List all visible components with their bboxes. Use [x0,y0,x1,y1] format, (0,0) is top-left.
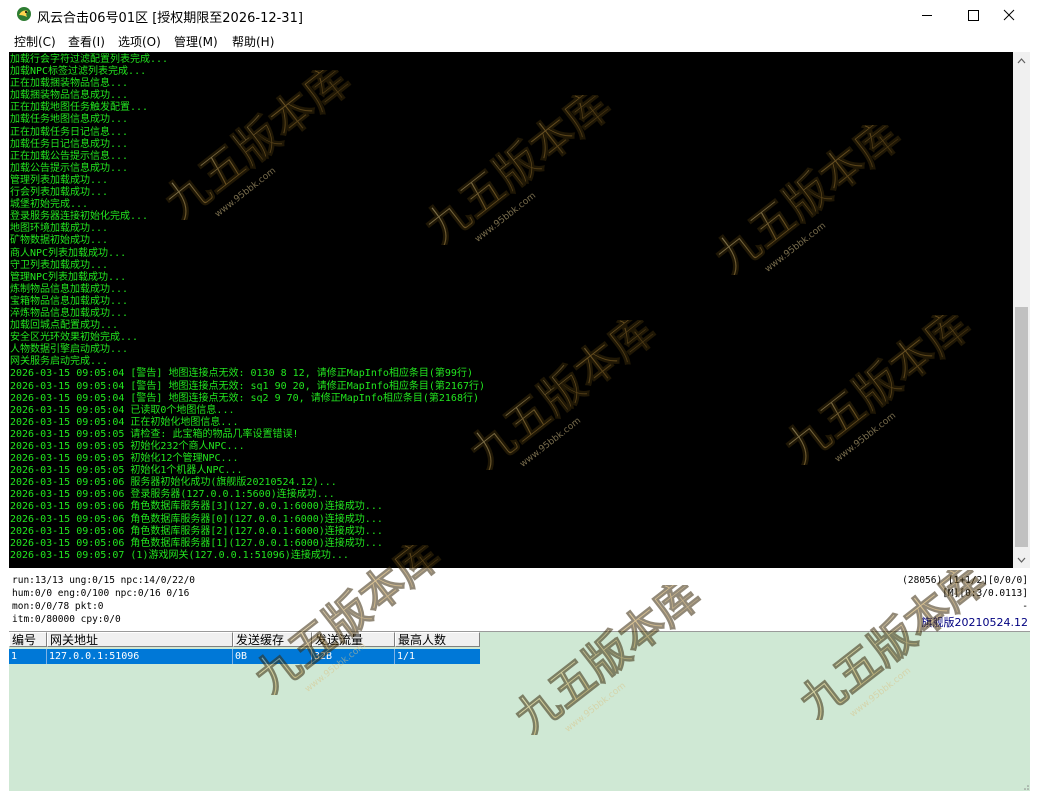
console-line: 2026-03-15 09:05:04 [警告] 地图连接点无效: sq2 9 … [10,392,479,404]
chevron-up-icon [1017,57,1026,63]
cell-gateway-address: 127.0.0.1:51096 [47,649,233,664]
console-line: 正在加载公告提示信息... [10,150,129,162]
console-line: 加载行会字符过滤配置列表完成... [10,54,169,65]
console-line: 守卫列表加载成功... [10,259,109,271]
status-threads: (28056) [1+1/2][0/0/0] [902,575,1028,586]
minimize-button[interactable] [904,0,950,30]
scroll-thumb[interactable] [1015,307,1028,547]
console-line: 加载捆装物品信息成功... [10,90,129,102]
console-line: 安全区光环效果初始完成... [10,332,139,344]
console-line: 正在加载任务日记信息... [10,126,129,138]
console-line: 2026-03-15 09:05:07 (1)游戏网关(127.0.0.1:51… [10,549,349,561]
console-line: 2026-03-15 09:05:05 初始化232个商人NPC... [10,441,245,452]
console-line: 矿物数据初始成功... [10,235,109,247]
title-bar[interactable]: 风云合击06号01区 [授权期限至2026-12-31] [0,0,1040,30]
console-line: 2026-03-15 09:05:04 正在初始化地图信息... [10,416,239,428]
chevron-down-icon [1017,557,1026,563]
console-line: 商人NPC列表加载成功... [10,247,127,259]
menu-manage[interactable]: 管理(M) [172,32,220,51]
console-line: 2026-03-15 09:05:06 服务器初始化成功(旗舰版20210524… [10,477,337,489]
menu-view[interactable]: 查看(I) [66,32,107,51]
cell-id: 1 [9,649,47,664]
close-icon [1003,9,1015,21]
cell-send-traffic: 32B [312,649,395,664]
console-line: 加载公告提示信息成功... [10,162,129,174]
console-line: 管理NPC列表加载成功... [10,271,127,283]
console-line: 网关服务启动完成... [10,356,109,368]
console-line: 登录服务器连接初始化完成... [10,211,149,223]
status-hum: hum:0/0 eng:0/100 npc:0/16 0/16 [12,588,190,599]
status-run: run:13/13 ung:0/15 npc:14/0/22/0 [12,575,196,586]
console-line: 行会列表加载成功... [10,187,109,199]
console-line: 地图环境加载成功... [10,223,109,235]
console-line: 管理列表加载成功... [10,174,109,186]
console-line: 2026-03-15 09:05:05 请检查: 此宝箱的物品几率设置错误! [10,428,299,440]
maximize-icon [968,10,979,21]
menu-bar: 控制(C) 查看(I) 选项(O) 管理(M) 帮助(H) [0,30,1040,51]
maximize-button[interactable] [950,0,996,30]
menu-help[interactable]: 帮助(H) [230,32,276,51]
console-line: 2026-03-15 09:05:04 [警告] 地图连接点无效: sq1 90… [10,380,486,392]
console-line: 2026-03-15 09:05:05 初始化1个机器人NPC... [10,465,243,477]
menu-options[interactable]: 选项(O) [116,32,163,51]
scroll-down-button[interactable] [1013,551,1030,568]
console-log[interactable]: 加载行会字符过滤配置列表完成... 加载NPC标签过滤列表完成... 正在加载捆装物… [9,52,1013,568]
console-line: 加载NPC标签过滤列表完成... [10,66,147,78]
column-header-send-traffic[interactable]: 发送流量 [312,632,395,647]
resize-grip-icon[interactable] [1020,783,1030,791]
console-line: 加载任务地图信息成功... [10,114,129,126]
window-title: 风云合击06号01区 [授权期限至2026-12-31] [37,11,303,26]
console-line: 2026-03-15 09:05:06 角色数据库服务器[0](127.0.0.… [10,513,383,525]
column-header-max-users[interactable]: 最高人数 [395,632,480,647]
table-row[interactable]: 1 127.0.0.1:51096 0B 32B 1/1 [9,649,480,664]
menu-control[interactable]: 控制(C) [12,32,58,51]
console-lines: 加载行会字符过滤配置列表完成... 加载NPC标签过滤列表完成... 正在加载捆装物… [10,54,485,562]
table-header: 编号 网关地址 发送缓存 发送流量 最高人数 [9,632,480,648]
status-itm: itm:0/80000 cpy:0/0 [12,614,121,625]
column-header-id[interactable]: 编号 [9,632,47,647]
console-line: 2026-03-15 09:05:04 [警告] 地图连接点无效: 0130 8… [10,368,473,380]
console-line: 炼制物品信息加载成功... [10,283,129,295]
console-line: 正在加载捆装物品信息... [10,78,129,90]
scroll-up-button[interactable] [1013,52,1030,69]
console-line: 加载回城点配置成功... [10,320,119,332]
minimize-icon [922,15,932,16]
status-panel: run:13/13 ung:0/15 npc:14/0/22/0 hum:0/0… [9,570,1030,630]
console-line: 加载任务日记信息成功... [10,138,129,150]
console-line: 正在加载地图任务触发配置... [10,102,149,114]
version-label: 旗舰版20210524.12 [921,616,1028,629]
column-header-gateway-address[interactable]: 网关地址 [47,632,233,647]
column-header-send-buffer[interactable]: 发送缓存 [233,632,312,647]
console-line: 淬炼物品信息加载成功... [10,307,129,319]
status-mon: mon:0/0/78 pkt:0 [12,601,104,612]
close-button[interactable] [994,0,1040,30]
cell-send-buffer: 0B [233,649,312,664]
console-line: 宝箱物品信息加载成功... [10,295,129,307]
console-line: 城堡初始完成... [10,199,89,211]
console-line: 2026-03-15 09:05:06 角色数据库服务器[1](127.0.0.… [10,537,383,549]
console-scrollbar[interactable] [1013,52,1030,568]
console-line: 人物数据引擎启动成功... [10,344,129,356]
gateway-table: 编号 网关地址 发送缓存 发送流量 最高人数 1 127.0.0.1:51096… [9,631,1030,791]
app-dragon-icon [17,7,31,21]
cell-max-users: 1/1 [397,651,416,662]
console-line: 2026-03-15 09:05:04 已读取0个地图信息... [10,404,235,416]
console-line: 2026-03-15 09:05:06 登录服务器(127.0.0.1:5600… [10,489,335,501]
console-line: 2026-03-15 09:05:05 初始化12个管理NPC... [10,453,239,465]
status-dash: - [1022,601,1028,612]
status-memory: [M][0:3/0.0113] [942,588,1028,599]
console-line: 2026-03-15 09:05:06 角色数据库服务器[2](127.0.0.… [10,525,383,537]
console-line: 2026-03-15 09:05:06 角色数据库服务器[3](127.0.0.… [10,501,383,513]
